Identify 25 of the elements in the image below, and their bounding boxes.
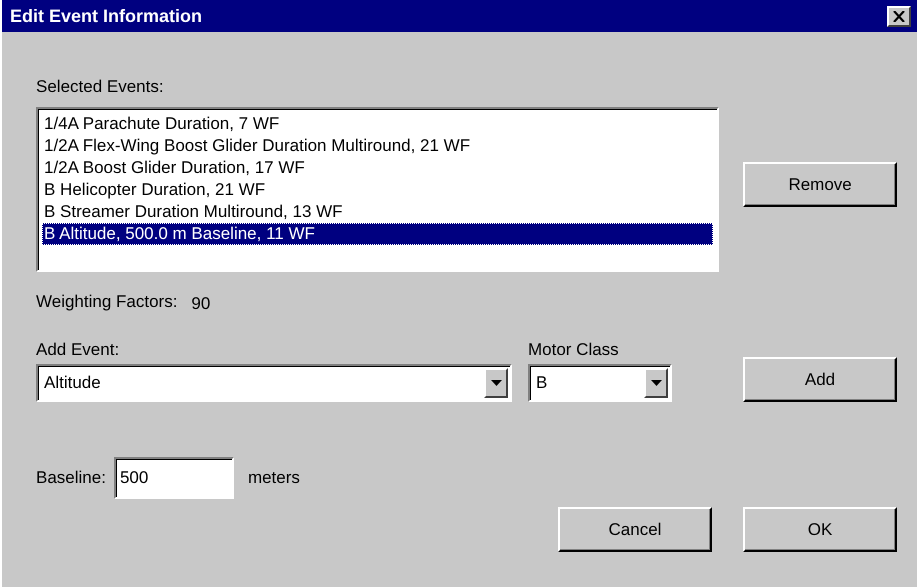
list-item[interactable]: 1/2A Boost Glider Duration, 17 WF — [42, 157, 714, 179]
remove-button[interactable]: Remove — [743, 162, 897, 207]
motor-class-dropdown[interactable]: B — [528, 364, 672, 402]
close-button[interactable] — [887, 6, 911, 26]
field-label: Motor Class — [528, 340, 620, 360]
field-label: Add Event: — [36, 340, 120, 360]
list-item[interactable]: B Streamer Duration Multiround, 13 WF — [42, 201, 714, 223]
dialog-button[interactable]: OK — [743, 507, 897, 552]
close-icon — [893, 10, 905, 22]
event-dropdown[interactable]: Altitude — [36, 364, 512, 402]
caret-icon — [490, 380, 502, 386]
field-label: Selected Events: — [36, 77, 164, 97]
list-item[interactable]: 1/4A Parachute Duration, 7 WF — [42, 113, 714, 135]
add-button[interactable]: Add — [743, 357, 897, 402]
baseline-input[interactable]: 500 — [114, 457, 234, 499]
window-title: Edit Event Information — [10, 6, 202, 26]
list-item[interactable]: B Altitude, 500.0 m Baseline, 11 WF — [42, 223, 714, 245]
weighting-value: 90 — [191, 294, 210, 314]
caret-icon — [650, 380, 662, 386]
list-item[interactable]: B Helicopter Duration, 21 WF — [42, 179, 714, 201]
field-label: Weighting Factors: — [36, 292, 178, 313]
field-label: Baseline: — [36, 468, 106, 488]
unit-label: meters — [248, 468, 300, 488]
dialog-button[interactable]: Cancel — [558, 507, 712, 552]
list-item[interactable]: 1/2A Flex-Wing Boost Glider Duration Multiround, 21 WF — [42, 135, 714, 157]
